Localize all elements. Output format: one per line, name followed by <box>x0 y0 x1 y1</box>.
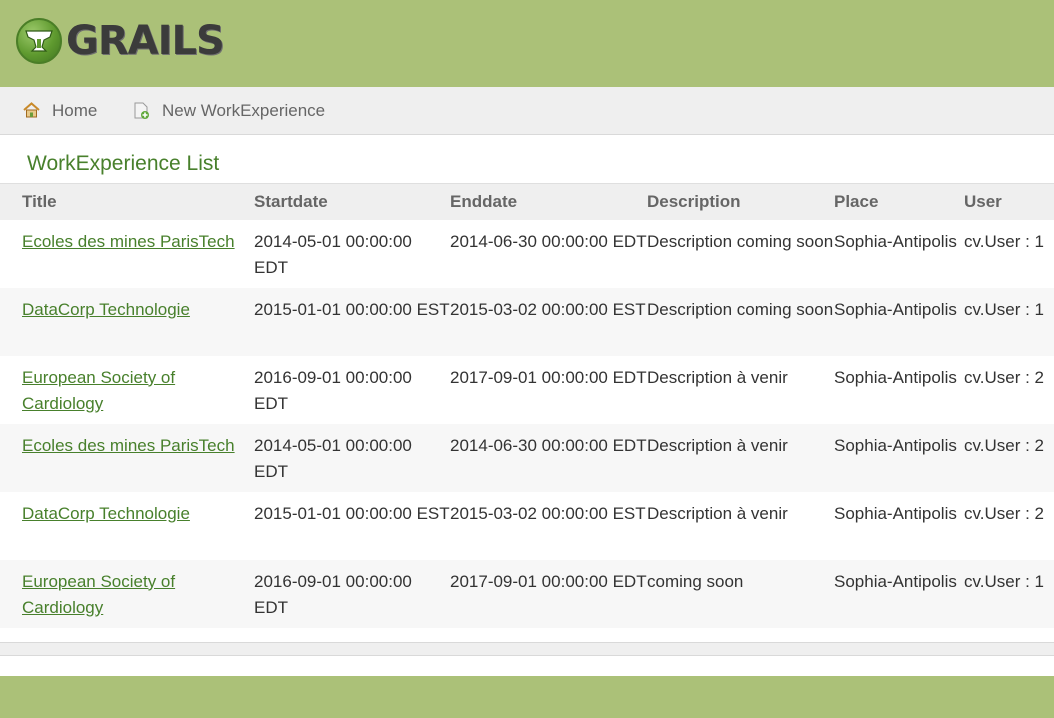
row-title-link[interactable]: DataCorp Technologie <box>22 300 190 319</box>
cell-startdate: 2016-09-01 00:00:00 EDT <box>254 355 450 424</box>
cell-title: Ecoles des mines ParisTech <box>0 219 254 288</box>
column-header-description[interactable]: Description <box>647 183 834 220</box>
nav-home-label: Home <box>52 100 98 120</box>
nav-new-label: New WorkExperience <box>162 100 326 120</box>
table-row: DataCorp Technologie 2015-01-01 00:00:00… <box>0 287 1054 356</box>
cell-startdate: 2015-01-01 00:00:00 EST <box>254 287 450 356</box>
cell-enddate: 2015-03-02 00:00:00 EST <box>450 287 647 356</box>
row-title-link[interactable]: European Society of Cardiology <box>22 368 175 413</box>
workexperience-table: Title Startdate Enddate Description Plac… <box>0 183 1054 628</box>
cell-place: Sophia-Antipolis <box>834 559 964 628</box>
cell-startdate: 2014-05-01 00:00:00 EDT <box>254 219 450 288</box>
cell-user: cv.User : 2 <box>964 491 1054 560</box>
table-row: Ecoles des mines ParisTech 2014-05-01 00… <box>0 423 1054 492</box>
cell-user: cv.User : 2 <box>964 423 1054 492</box>
page-title: WorkExperience List <box>27 152 220 175</box>
cell-description: Description à venir <box>647 491 834 560</box>
cell-place: Sophia-Antipolis <box>834 491 964 560</box>
cell-description: Description coming soon <box>647 219 834 288</box>
cell-title: DataCorp Technologie <box>0 491 254 560</box>
column-header-user[interactable]: User <box>964 183 1054 220</box>
header-bar: GRAILS <box>0 0 1054 87</box>
row-title-link[interactable]: DataCorp Technologie <box>22 504 190 523</box>
new-document-icon <box>132 101 151 120</box>
cell-title: DataCorp Technologie <box>0 287 254 356</box>
footer-bar <box>0 676 1054 718</box>
cell-description: Description à venir <box>647 355 834 424</box>
cell-enddate: 2017-09-01 00:00:00 EDT <box>450 355 647 424</box>
cell-description: Description à venir <box>647 423 834 492</box>
cell-place: Sophia-Antipolis <box>834 219 964 288</box>
table-row: DataCorp Technologie 2015-01-01 00:00:00… <box>0 491 1054 560</box>
table-header-row: Title Startdate Enddate Description Plac… <box>0 183 1054 220</box>
cell-enddate: 2017-09-01 00:00:00 EDT <box>450 559 647 628</box>
row-title-link[interactable]: European Society of Cardiology <box>22 572 175 617</box>
row-title-link[interactable]: Ecoles des mines ParisTech <box>22 232 235 251</box>
cell-title: European Society of Cardiology <box>0 355 254 424</box>
cell-place: Sophia-Antipolis <box>834 355 964 424</box>
cell-enddate: 2014-06-30 00:00:00 EDT <box>450 219 647 288</box>
grails-logo[interactable]: GRAILS <box>16 17 225 65</box>
cell-description: coming soon <box>647 559 834 628</box>
nav-new-workexperience-link[interactable]: New WorkExperience <box>132 87 325 134</box>
nav-bar: Home New WorkExperience <box>0 87 1054 135</box>
column-header-place[interactable]: Place <box>834 183 964 220</box>
grails-cup-icon <box>16 18 62 64</box>
table-row: European Society of Cardiology 2016-09-0… <box>0 559 1054 628</box>
cell-title: European Society of Cardiology <box>0 559 254 628</box>
cell-user: cv.User : 1 <box>964 287 1054 356</box>
table-row: Ecoles des mines ParisTech 2014-05-01 00… <box>0 219 1054 288</box>
column-header-startdate[interactable]: Startdate <box>254 183 450 220</box>
cell-description: Description coming soon <box>647 287 834 356</box>
cell-startdate: 2015-01-01 00:00:00 EST <box>254 491 450 560</box>
cell-place: Sophia-Antipolis <box>834 423 964 492</box>
row-title-link[interactable]: Ecoles des mines ParisTech <box>22 436 235 455</box>
column-header-enddate[interactable]: Enddate <box>450 183 647 220</box>
logo-text: GRAILS <box>66 18 225 64</box>
cell-enddate: 2015-03-02 00:00:00 EST <box>450 491 647 560</box>
cell-title: Ecoles des mines ParisTech <box>0 423 254 492</box>
pagination-bar <box>0 642 1054 656</box>
cell-user: cv.User : 2 <box>964 355 1054 424</box>
cell-user: cv.User : 1 <box>964 559 1054 628</box>
home-icon <box>22 101 41 120</box>
nav-home-link[interactable]: Home <box>22 87 97 134</box>
cell-startdate: 2016-09-01 00:00:00 EDT <box>254 559 450 628</box>
table-row: European Society of Cardiology 2016-09-0… <box>0 355 1054 424</box>
cell-user: cv.User : 1 <box>964 219 1054 288</box>
cell-enddate: 2014-06-30 00:00:00 EDT <box>450 423 647 492</box>
cell-startdate: 2014-05-01 00:00:00 EDT <box>254 423 450 492</box>
cell-place: Sophia-Antipolis <box>834 287 964 356</box>
column-header-title[interactable]: Title <box>0 183 254 220</box>
